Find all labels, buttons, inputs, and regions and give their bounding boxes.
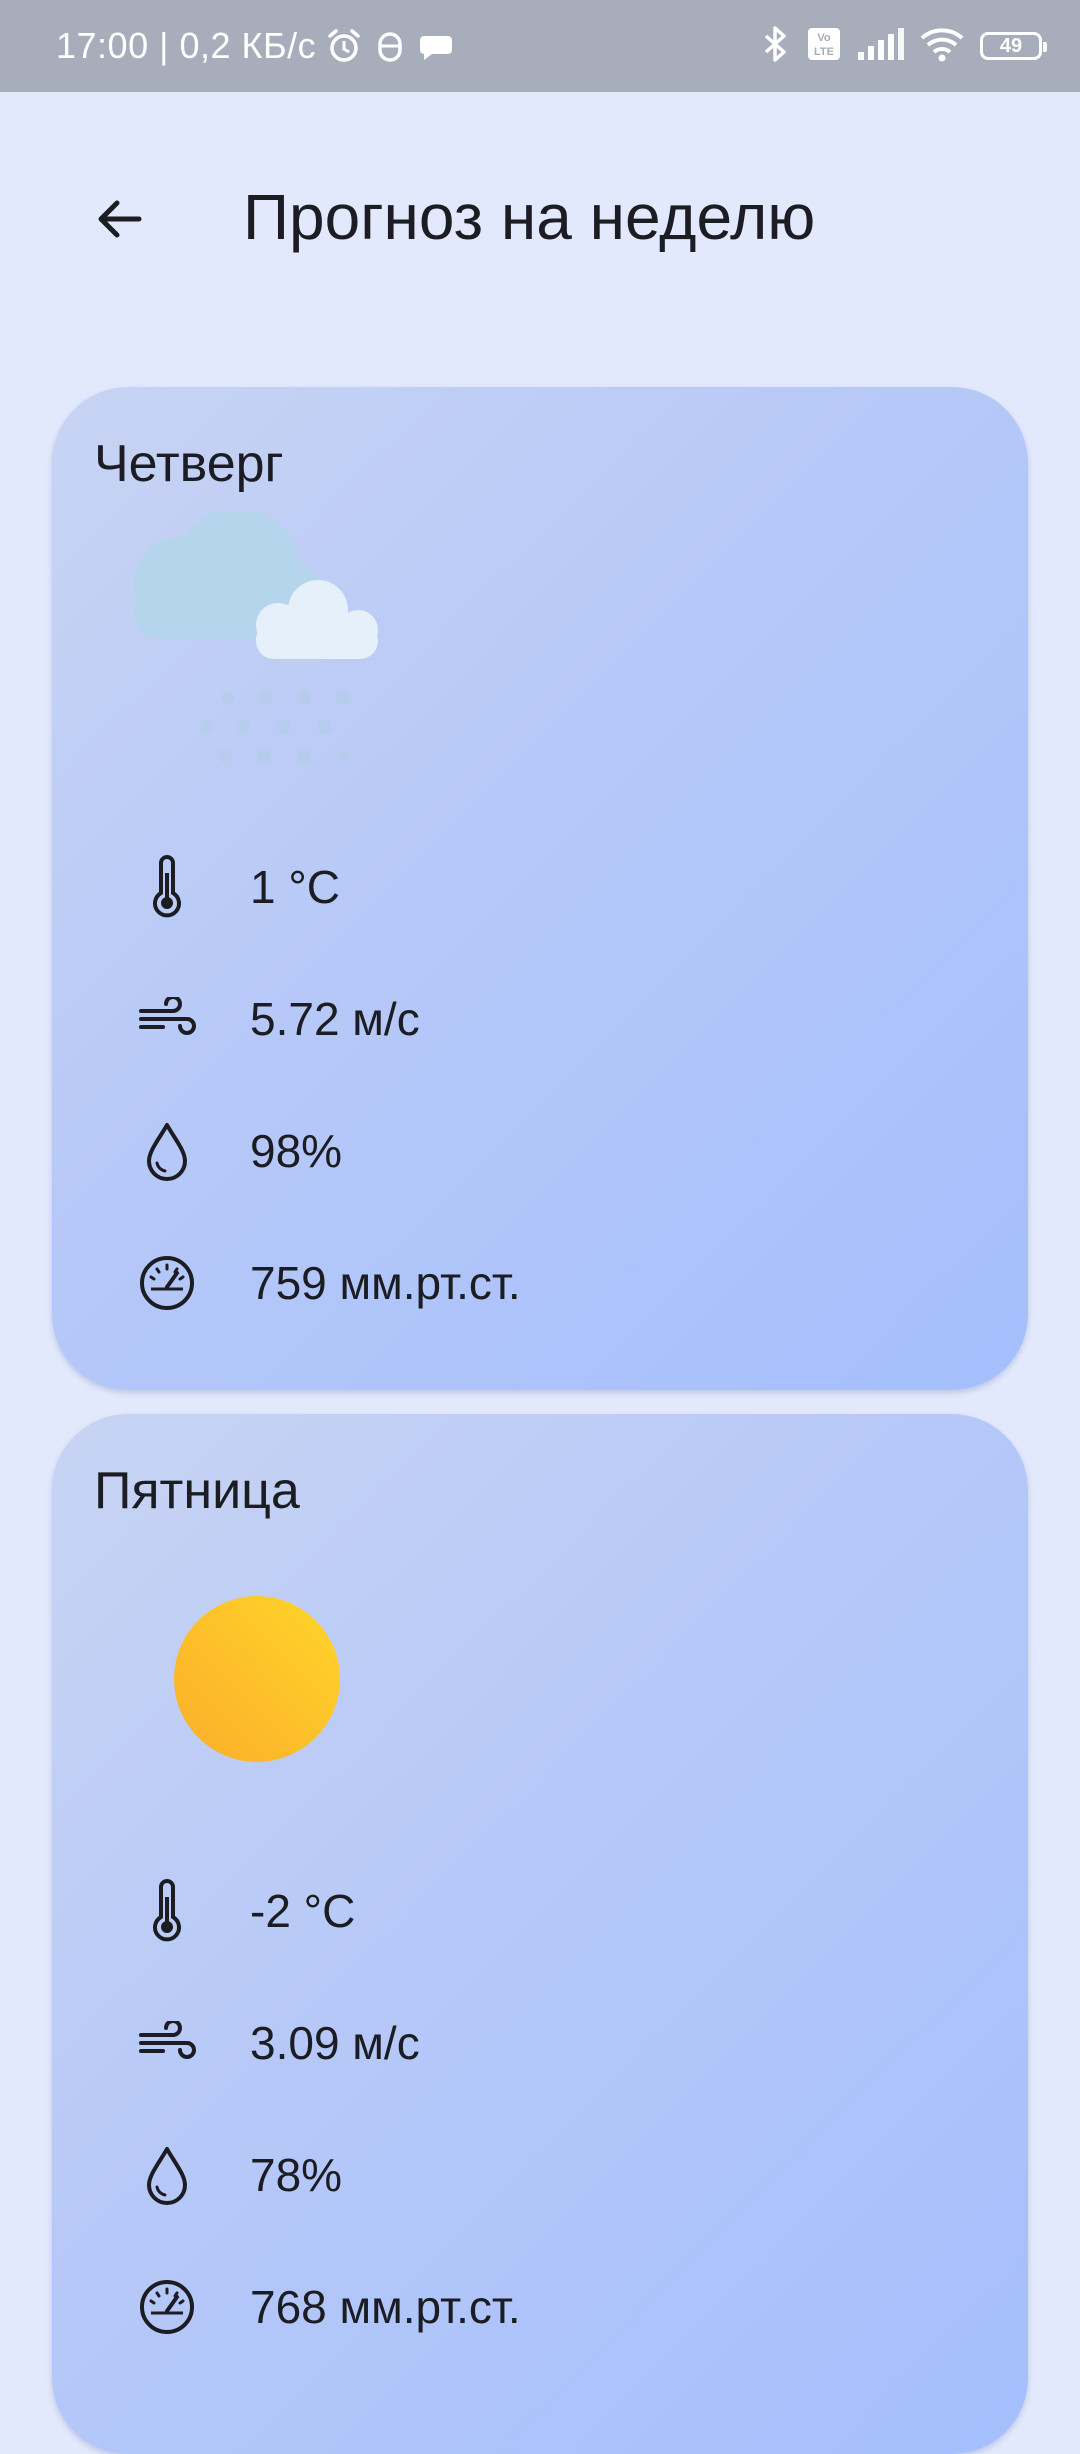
alarm-icon [324,26,364,66]
svg-text:LTE: LTE [814,46,834,58]
wind-icon [132,2008,202,2078]
gauge-icon [132,1248,202,1318]
temperature-value: -2 °C [250,1885,356,1937]
battery-icon: 49 [980,32,1047,60]
wind-row: 3.09 м/с [132,1998,420,2088]
status-left: 17:00 | 0,2 КБ/с [56,0,456,92]
app-bar: Прогноз на неделю [0,92,1080,332]
svg-text:Vo: Vo [817,32,831,44]
thermometer-icon [132,1876,202,1946]
water-drop-icon [132,2140,202,2210]
signal-icon [856,26,904,67]
temperature-row: 1 °C [132,842,340,932]
page-title: Прогноз на неделю [243,181,816,253]
arrow-back-icon [98,200,142,238]
status-bar: 17:00 | 0,2 КБ/с Vo LTE 49 [0,0,1080,92]
chat-bubble-icon [416,26,456,66]
water-drop-icon [132,1116,202,1186]
bluetooth-icon [758,24,792,69]
sun-icon [172,1594,342,1769]
bug-icon [372,26,408,66]
humidity-row: 98% [132,1106,342,1196]
humidity-value: 98% [250,1125,343,1177]
status-right: Vo LTE 49 [758,0,1047,92]
status-time-speed: 17:00 | 0,2 КБ/с [56,25,317,66]
pressure-row: 768 мм.рт.ст. [132,2262,521,2352]
wind-icon [132,984,202,1054]
battery-level: 49 [999,34,1023,57]
cloud-snow-icon [118,508,398,787]
forecast-card[interactable]: Пятница -2 °C 3.09 м/с 78% 768 мм.рт.ст. [52,1414,1028,2454]
temperature-value: 1 °C [250,861,340,913]
humidity-row: 78% [132,2130,342,2220]
volte-icon: Vo LTE [806,26,842,67]
temperature-row: -2 °C [132,1866,355,1956]
thermometer-icon [132,852,202,922]
back-button[interactable] [84,184,154,254]
gauge-icon [132,2272,202,2342]
pressure-row: 759 мм.рт.ст. [132,1238,521,1328]
day-name: Пятница [94,1462,300,1520]
wind-value: 3.09 м/с [250,2017,420,2069]
day-name: Четверг [94,435,284,493]
pressure-value: 759 мм.рт.ст. [250,1257,521,1309]
wind-row: 5.72 м/с [132,974,420,1064]
humidity-value: 78% [250,2149,343,2201]
pressure-value: 768 мм.рт.ст. [250,2281,521,2333]
forecast-card[interactable]: Четверг 1 °C 5.72 м/с 98% 759 мм.рт.ст. [52,387,1028,1390]
wind-value: 5.72 м/с [250,993,420,1045]
wifi-icon [918,24,966,69]
